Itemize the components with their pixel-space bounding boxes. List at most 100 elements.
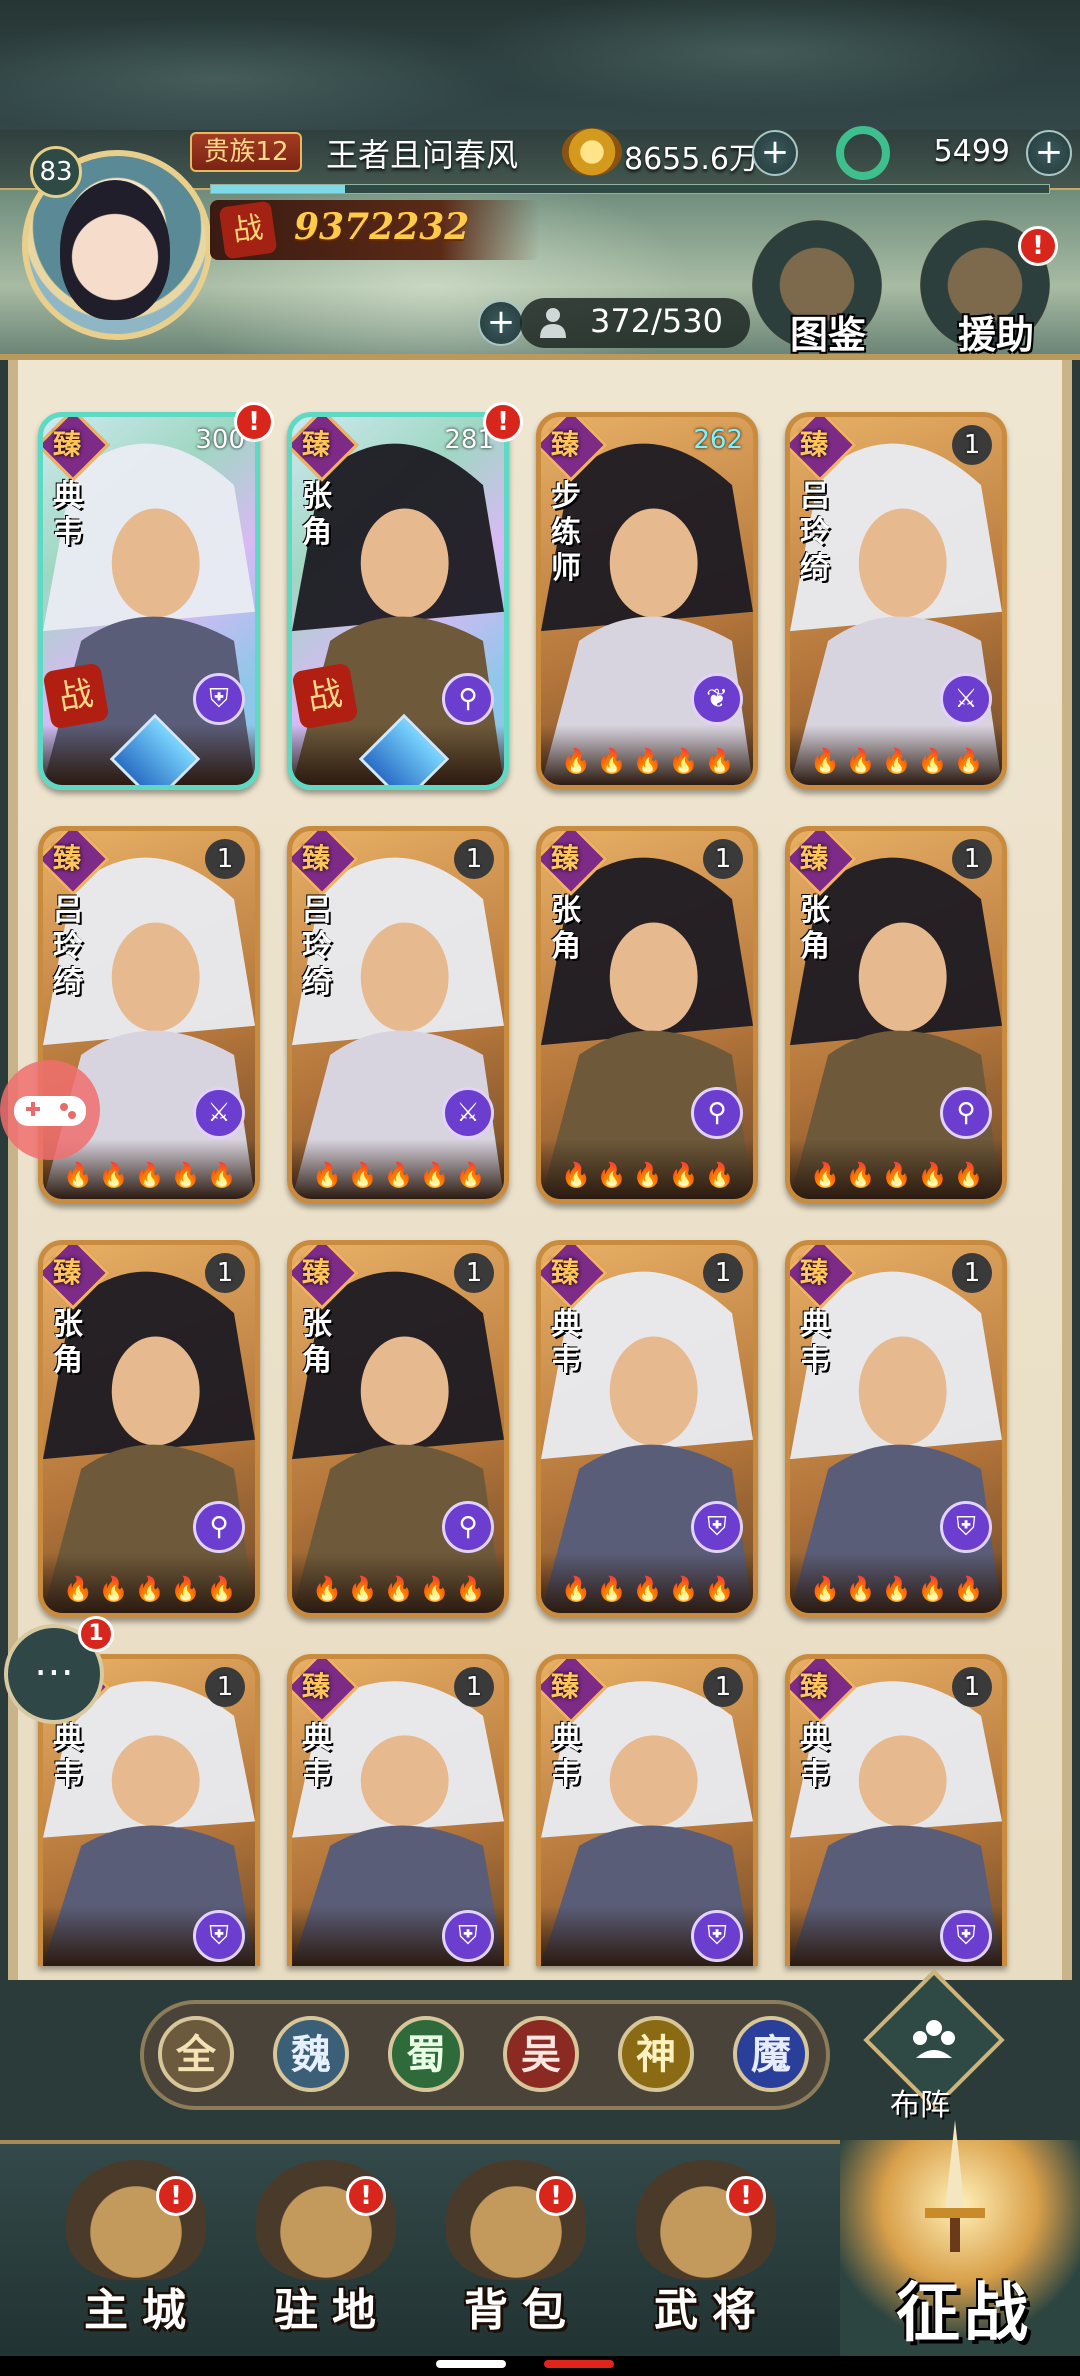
in-battle-badge: 战 bbox=[43, 662, 110, 730]
nav-label-1[interactable]: 驻地 bbox=[274, 2274, 390, 2338]
hero-count: 1 bbox=[703, 1667, 743, 1707]
faction-filter-4[interactable]: 神 bbox=[618, 2016, 694, 2092]
formation-label: 布阵 bbox=[890, 2088, 950, 2123]
hero-count: 1 bbox=[454, 839, 494, 879]
hero-card[interactable]: 臻 1 典韦 ⛨ 🔥🔥🔥🔥🔥 bbox=[536, 1240, 758, 1618]
hero-name: 典韦 bbox=[53, 1721, 83, 1792]
shield-icon: ⛨ bbox=[193, 1910, 245, 1962]
codex-label: 图鉴 bbox=[790, 313, 867, 357]
rarity-label: 臻 bbox=[551, 1670, 580, 1703]
faction-filter-bar bbox=[140, 2000, 830, 2110]
star-rating: 🔥🔥🔥🔥🔥 bbox=[561, 1575, 741, 1603]
hero-card[interactable]: 臻 1 典韦 ⛨ bbox=[785, 1654, 1007, 1966]
hero-card[interactable]: 臻 1 典韦 ⛨ bbox=[287, 1654, 509, 1966]
hero-card[interactable]: 臻 262 步练师 ❦ 🔥🔥🔥🔥🔥 bbox=[536, 412, 758, 790]
star-rating: 🔥🔥🔥🔥🔥 bbox=[312, 1575, 492, 1603]
leaf-icon: ❦ bbox=[691, 673, 743, 725]
faction-filter-3[interactable]: 吴 bbox=[503, 2016, 579, 2092]
hero-count: 262 bbox=[693, 425, 743, 455]
star-rating: 🔥🔥🔥🔥🔥 bbox=[810, 1161, 990, 1189]
hero-count: 1 bbox=[703, 839, 743, 879]
floating-gamepad-button[interactable] bbox=[0, 1060, 100, 1160]
hero-name: 吕玲绮 bbox=[800, 479, 830, 586]
hero-card[interactable]: 臻 1 吕玲绮 ⚔ 🔥🔥🔥🔥🔥 bbox=[785, 412, 1007, 790]
noble-rank-badge[interactable]: 贵族12 bbox=[190, 132, 302, 172]
rarity-label: 臻 bbox=[302, 1256, 331, 1289]
sword-icon bbox=[925, 2120, 985, 2252]
rarity-label: 臻 bbox=[800, 1670, 829, 1703]
roster-capacity: 372/530 bbox=[590, 302, 723, 340]
faction-filter-5[interactable]: 魔 bbox=[733, 2016, 809, 2092]
shield-icon: ⛨ bbox=[940, 1501, 992, 1553]
avatar-portrait bbox=[60, 180, 170, 320]
hero-card[interactable]: 臻 1 张角 ⚲ 🔥🔥🔥🔥🔥 bbox=[38, 1240, 260, 1618]
staff-icon: ⚲ bbox=[193, 1501, 245, 1553]
hero-name: 张角 bbox=[551, 893, 581, 964]
hero-name: 步练师 bbox=[551, 479, 581, 586]
hero-card[interactable]: 臻 281 张角 ⚲ 战 bbox=[287, 412, 509, 790]
nav-label-2[interactable]: 背包 bbox=[464, 2274, 580, 2338]
hero-card[interactable]: 臻 1 张角 ⚲ 🔥🔥🔥🔥🔥 bbox=[536, 826, 758, 1204]
star-rating: 🔥🔥🔥🔥🔥 bbox=[312, 1161, 492, 1189]
system-home-pill[interactable] bbox=[436, 2360, 506, 2368]
staff-icon: ⚲ bbox=[442, 1501, 494, 1553]
star-rating: 🔥🔥🔥🔥🔥 bbox=[63, 1161, 243, 1189]
rarity-label: 臻 bbox=[53, 428, 82, 461]
hero-card[interactable]: 臻 1 典韦 ⛨ 🔥🔥🔥🔥🔥 bbox=[785, 1240, 1007, 1618]
hero-name: 张角 bbox=[800, 893, 830, 964]
hero-card[interactable]: 臻 1 张角 ⚲ 🔥🔥🔥🔥🔥 bbox=[287, 1240, 509, 1618]
support-notification-badge: ! bbox=[1018, 226, 1058, 266]
shield-icon: ⛨ bbox=[442, 1910, 494, 1962]
staff-icon: ⚲ bbox=[442, 673, 494, 725]
hero-name: 吕玲绮 bbox=[302, 893, 332, 1000]
hero-card[interactable]: 臻 1 典韦 ⛨ bbox=[536, 1654, 758, 1966]
rarity-label: 臻 bbox=[53, 1256, 82, 1289]
hero-name: 典韦 bbox=[551, 1307, 581, 1378]
spear-icon: ⚔ bbox=[193, 1087, 245, 1139]
add-jade-button[interactable]: + bbox=[1026, 130, 1072, 176]
hero-name: 典韦 bbox=[800, 1721, 830, 1792]
staff-icon: ⚲ bbox=[691, 1087, 743, 1139]
player-name: 王者且问春风 bbox=[326, 136, 519, 174]
spear-icon: ⚔ bbox=[442, 1087, 494, 1139]
faction-filter-2[interactable]: 蜀 bbox=[388, 2016, 464, 2092]
hero-name: 张角 bbox=[53, 1307, 83, 1378]
nav-label-3[interactable]: 武将 bbox=[654, 2274, 770, 2338]
add-gold-button[interactable]: + bbox=[752, 130, 798, 176]
faction-filter-1[interactable]: 魏 bbox=[273, 2016, 349, 2092]
faction-filter-0[interactable]: 全 bbox=[158, 2016, 234, 2092]
jade-icon bbox=[836, 126, 890, 180]
rarity-label: 臻 bbox=[551, 1256, 580, 1289]
top-sky-band bbox=[0, 0, 1080, 130]
nav-notification-badge: ! bbox=[156, 2176, 196, 2216]
hero-count: 1 bbox=[205, 1667, 245, 1707]
spear-icon: ⚔ bbox=[940, 673, 992, 725]
hero-count: 1 bbox=[952, 425, 992, 465]
shield-icon: ⛨ bbox=[691, 1501, 743, 1553]
hero-name: 典韦 bbox=[551, 1721, 581, 1792]
combat-power-value: 9372232 bbox=[294, 206, 470, 248]
nav-label-0[interactable]: 主城 bbox=[84, 2274, 200, 2338]
system-navigation-bar bbox=[0, 2356, 1080, 2376]
hero-count: 1 bbox=[952, 1667, 992, 1707]
hero-card[interactable]: 臻 300 典韦 ⛨ 战 bbox=[38, 412, 260, 790]
card-notification-badge: ! bbox=[234, 402, 274, 442]
in-battle-badge: 战 bbox=[292, 662, 359, 730]
chat-notification-badge: 1 bbox=[78, 1616, 114, 1652]
rarity-label: 臻 bbox=[53, 842, 82, 875]
hero-name: 张角 bbox=[302, 479, 332, 550]
rarity-label: 臻 bbox=[800, 428, 829, 461]
hero-count: 1 bbox=[703, 1253, 743, 1293]
formation-icon bbox=[913, 2020, 955, 2058]
expand-roster-button[interactable]: + bbox=[478, 300, 524, 346]
hero-count: 1 bbox=[454, 1253, 494, 1293]
hero-name: 张角 bbox=[302, 1307, 332, 1378]
system-active-pill[interactable] bbox=[544, 2360, 614, 2368]
xp-bar bbox=[210, 184, 1050, 194]
rarity-label: 臻 bbox=[302, 428, 331, 461]
rarity-label: 臻 bbox=[551, 428, 580, 461]
hero-name: 典韦 bbox=[302, 1721, 332, 1792]
hero-card[interactable]: 臻 1 吕玲绮 ⚔ 🔥🔥🔥🔥🔥 bbox=[287, 826, 509, 1204]
hero-card[interactable]: 臻 1 张角 ⚲ 🔥🔥🔥🔥🔥 bbox=[785, 826, 1007, 1204]
xp-bar-fill bbox=[211, 185, 346, 193]
